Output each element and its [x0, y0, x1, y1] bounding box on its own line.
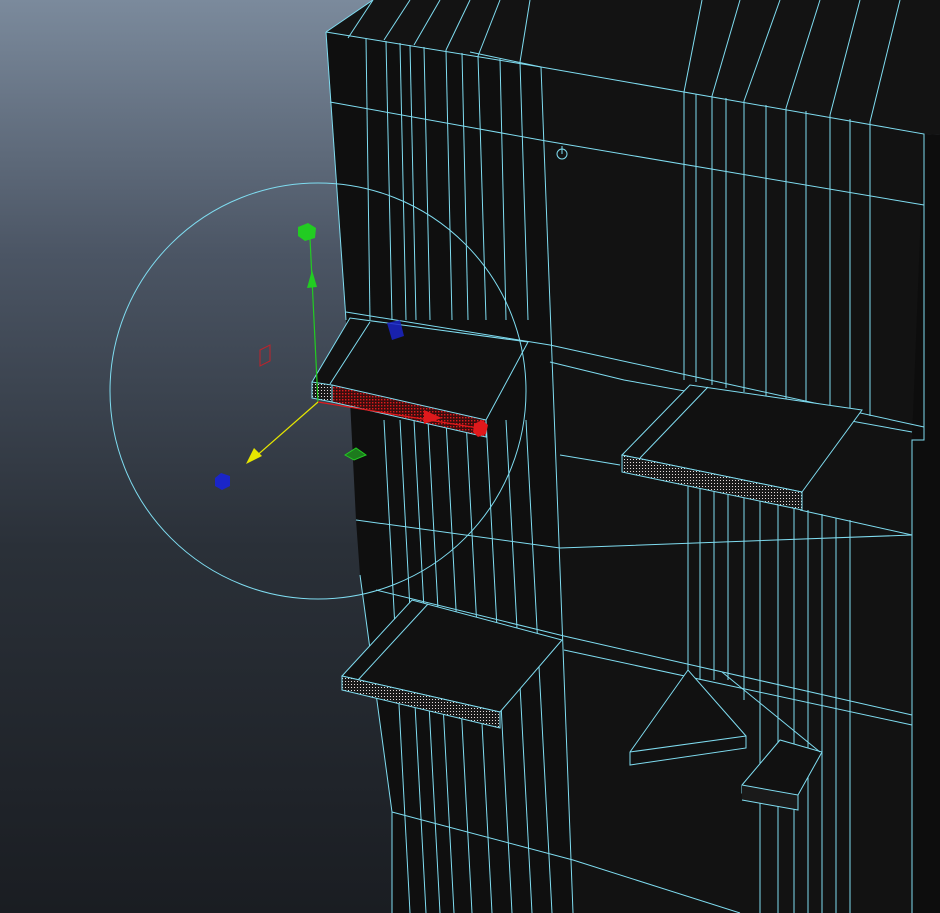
3d-viewport[interactable] — [0, 0, 940, 913]
scene-canvas[interactable] — [0, 0, 940, 913]
y-axis-handle-icon[interactable] — [298, 223, 316, 241]
y-axis-arrow-icon[interactable] — [307, 270, 317, 288]
z-axis-arrow-icon[interactable] — [246, 448, 262, 464]
yz-plane-handle-icon[interactable] — [259, 344, 271, 367]
z-axis-handle-icon[interactable] — [215, 473, 230, 490]
building-left-face[interactable] — [326, 32, 573, 913]
